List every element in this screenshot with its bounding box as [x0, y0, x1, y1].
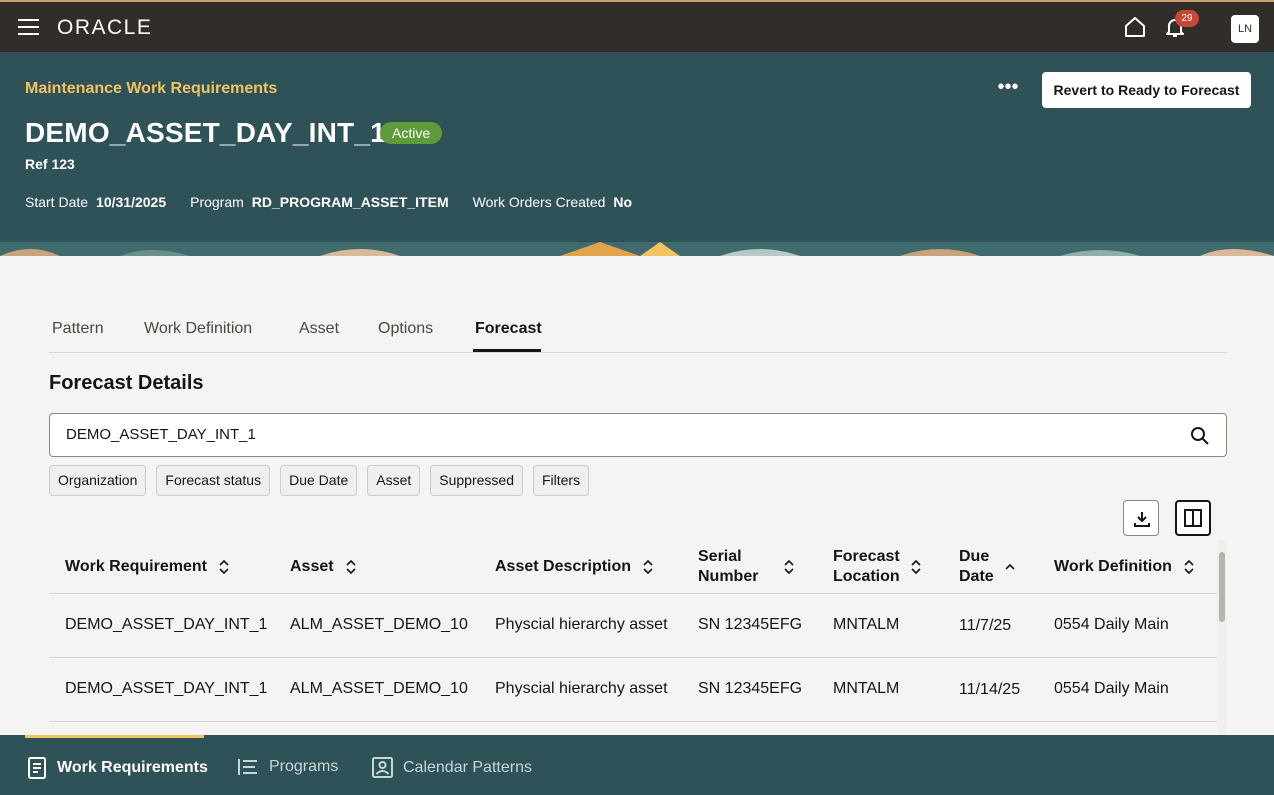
sort-icon[interactable]: [344, 560, 358, 574]
cell-forecast-location: MNTALM: [833, 680, 900, 697]
nav-label: Calendar Patterns: [403, 758, 532, 776]
breadcrumb[interactable]: Maintenance Work Requirements: [25, 80, 277, 98]
column-header-work-requirement[interactable]: Work Requirement: [65, 540, 231, 594]
table-row[interactable]: DEMO_ASSET_DAY_INT_1 ALM_ASSET_DEMO_10 P…: [49, 658, 1217, 722]
column-label: Serial Number: [698, 548, 759, 585]
cell-work-requirement: DEMO_ASSET_DAY_INT_1: [65, 680, 268, 697]
column-header-work-definition[interactable]: Work Definition: [1054, 540, 1196, 594]
table-header: Work Requirement Asset Asset Description…: [49, 540, 1217, 594]
export-button[interactable]: [1123, 500, 1159, 536]
tab-asset[interactable]: Asset: [299, 320, 339, 338]
sort-ascending-icon[interactable]: [1003, 560, 1017, 574]
sort-icon[interactable]: [782, 560, 796, 574]
tab-options[interactable]: Options: [378, 320, 433, 338]
sort-icon[interactable]: [641, 560, 655, 574]
nav-programs[interactable]: Programs: [237, 757, 338, 777]
column-label: Due Date: [959, 548, 994, 585]
document-icon: [28, 757, 46, 779]
bottom-navigation: Work Requirements Programs Calendar Patt…: [0, 735, 1274, 795]
cell-asset-description: Physcial hierarchy asset: [495, 680, 668, 697]
sort-icon[interactable]: [909, 560, 923, 574]
home-icon[interactable]: [1123, 15, 1147, 39]
active-nav-indicator: [25, 735, 204, 738]
tab-bar: Pattern Work Definition Asset Options Fo…: [49, 304, 1227, 353]
table-row[interactable]: DEMO_ASSET_DAY_INT_1 ALM_ASSET_DEMO_10 P…: [49, 594, 1217, 658]
tab-work-definition[interactable]: Work Definition: [144, 320, 252, 338]
revert-to-ready-button[interactable]: Revert to Ready to Forecast: [1042, 72, 1251, 108]
cell-asset: ALM_ASSET_DEMO_10: [290, 680, 468, 697]
filter-chip-organization[interactable]: Organization: [49, 465, 147, 496]
work-orders-created-label: Work Orders Created: [472, 194, 606, 210]
column-label: Work Definition: [1054, 558, 1172, 575]
cell-work-definition: 0554 Daily Maintenance: [1054, 680, 1168, 697]
cell-asset-description: Physcial hierarchy asset: [495, 616, 668, 633]
filter-chip-filters[interactable]: Filters: [532, 465, 590, 496]
column-header-asset[interactable]: Asset: [290, 540, 358, 594]
start-date-label: Start Date: [25, 194, 89, 210]
column-header-asset-description[interactable]: Asset Description: [495, 540, 655, 594]
page-title: DEMO_ASSET_DAY_INT_1: [25, 117, 386, 148]
cell-forecast-location: MNTALM: [833, 616, 900, 633]
forecast-table: Work Requirement Asset Asset Description…: [49, 540, 1217, 735]
filter-chip-suppressed[interactable]: Suppressed: [430, 465, 523, 496]
column-label: Asset: [290, 558, 334, 575]
nav-work-requirements[interactable]: Work Requirements: [27, 757, 208, 779]
download-icon: [1134, 512, 1150, 527]
search-input[interactable]: DEMO_ASSET_DAY_INT_1: [49, 413, 1227, 457]
program-label: Program: [190, 194, 244, 210]
column-header-forecast-location[interactable]: Forecast Location: [833, 540, 923, 594]
column-label: Asset Description: [495, 558, 632, 575]
search-icon[interactable]: [1190, 426, 1210, 446]
cell-due-date: 11/14/25: [959, 681, 1021, 698]
filter-chips: Organization Forecast status Due Date As…: [49, 465, 590, 496]
global-header: ORACLE 29 LN: [0, 0, 1274, 52]
column-label: Work Requirement: [65, 558, 207, 575]
sort-icon[interactable]: [217, 560, 231, 574]
sort-icon[interactable]: [1182, 560, 1196, 574]
filter-chip-asset[interactable]: Asset: [367, 465, 421, 496]
cell-serial-number: SN 12345EFG: [698, 616, 803, 633]
oracle-logo[interactable]: ORACLE: [57, 16, 152, 40]
column-label: Forecast Location: [833, 548, 900, 585]
notification-count-badge: 29: [1175, 10, 1199, 27]
filter-chip-due-date[interactable]: Due Date: [280, 465, 358, 496]
tab-forecast[interactable]: Forecast: [475, 320, 542, 338]
cell-asset: ALM_ASSET_DEMO_10: [290, 616, 468, 633]
columns-button[interactable]: [1175, 500, 1211, 536]
program-value: RD_PROGRAM_ASSET_ITEM: [251, 194, 449, 210]
column-header-due-date[interactable]: Due Date: [959, 540, 1017, 594]
page-header: Maintenance Work Requirements DEMO_ASSET…: [0, 52, 1274, 256]
more-actions-button[interactable]: •••: [994, 77, 1022, 100]
tab-pattern[interactable]: Pattern: [52, 320, 104, 338]
section-title: Forecast Details: [49, 372, 204, 394]
nav-label: Programs: [269, 758, 339, 775]
menu-icon[interactable]: [18, 19, 39, 35]
portrait-icon: [372, 757, 393, 778]
active-tab-indicator: [473, 349, 541, 352]
header-metadata: Start Date 10/31/2025 Program RD_PROGRAM…: [25, 194, 656, 210]
columns-icon: [1184, 509, 1202, 527]
status-badge: Active: [380, 122, 443, 144]
nav-calendar-patterns[interactable]: Calendar Patterns: [372, 757, 532, 778]
cell-work-requirement: DEMO_ASSET_DAY_INT_1: [65, 616, 268, 633]
cell-due-date: 11/7/25: [959, 617, 1012, 634]
work-orders-created-value: No: [613, 194, 633, 210]
scrollbar-thumb[interactable]: [1219, 552, 1225, 622]
filter-chip-forecast-status[interactable]: Forecast status: [156, 465, 271, 496]
decorative-pattern: [0, 242, 1274, 256]
start-date-value: 10/31/2025: [96, 194, 167, 210]
user-avatar[interactable]: LN: [1231, 15, 1259, 43]
cell-work-definition: 0554 Daily Maintenance: [1054, 616, 1168, 633]
list-icon: [238, 759, 257, 775]
search-value[interactable]: DEMO_ASSET_DAY_INT_1: [66, 426, 256, 443]
reference-text: Ref 123: [25, 156, 75, 172]
cell-serial-number: SN 12345EFG: [698, 680, 803, 697]
column-header-serial-number[interactable]: Serial Number: [698, 540, 796, 594]
nav-label: Work Requirements: [57, 759, 208, 776]
